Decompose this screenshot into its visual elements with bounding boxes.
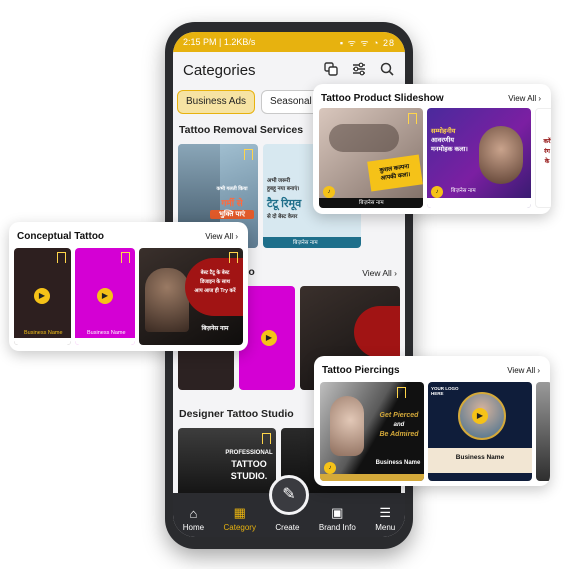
bookmark-icon[interactable] <box>57 252 66 263</box>
designer-line2: TATTOO <box>231 459 267 469</box>
briefcase-icon: ▣ <box>331 505 344 520</box>
slideshow-p2-line2: आवरणीय <box>431 137 455 144</box>
designer-poster-1[interactable]: PROFESSIONAL TATTOO STUDIO. <box>178 428 276 498</box>
card-piercings-view-all[interactable]: View All › <box>507 366 540 375</box>
nav-create-label: Create <box>275 523 300 532</box>
play-icon[interactable]: ▶ <box>472 408 488 424</box>
slideshow-p2-line1: सम्मोहनीय <box>431 128 456 135</box>
slideshow-poster-1[interactable]: कुशल कल्पना आपकी कला। ♪ बिज़नेस नाम <box>319 108 423 208</box>
play-icon[interactable]: ▶ <box>97 288 113 304</box>
search-icon[interactable] <box>379 62 395 78</box>
play-icon[interactable]: ▶ <box>34 288 50 304</box>
card-conceptual-view-all[interactable]: View All › <box>205 232 238 241</box>
conceptual-p2-strip <box>75 338 135 345</box>
piercings-p1-line2: and <box>393 422 405 428</box>
view-all-label: View All <box>205 232 234 241</box>
piercings-p1-name: Business Name <box>375 460 421 466</box>
removal-p2-line2: हुबहू नया बनाएं। <box>267 186 300 192</box>
nav-category[interactable]: ▦ Category <box>224 505 256 532</box>
category-grid-icon: ▦ <box>233 505 246 520</box>
status-time: 2:15 PM | 1.2KB/s <box>183 37 256 47</box>
bookmark-icon[interactable] <box>262 433 271 444</box>
removal-p1-line1: कभी गलती किया <box>216 186 248 192</box>
conceptual-p1-strip <box>14 338 71 345</box>
nav-menu[interactable]: ☰ Menu <box>375 505 395 532</box>
slideshow-p1-footer: बिज़नेस नाम <box>359 200 384 206</box>
conceptual-p3-name: बिज़नेस नाम <box>201 326 229 332</box>
nav-home-label: Home <box>182 523 205 532</box>
card-piercings-title: Tattoo Piercings <box>322 365 400 376</box>
removal-p1-line2: गर्मी से <box>221 198 243 208</box>
status-bar: 2:15 PM | 1.2KB/s ▪ ᯤ ᯤ ◔ 28 <box>173 32 405 52</box>
play-icon[interactable]: ▶ <box>261 330 277 346</box>
view-all-conceptual[interactable]: View All › <box>362 268 397 278</box>
designer-line1: PROFESSIONAL <box>225 450 273 456</box>
conceptual-poster-1[interactable]: ▶ Business Name <box>14 248 71 345</box>
piercings-p1-line1: Get Pierced <box>379 412 419 419</box>
bookmark-icon[interactable] <box>244 149 253 160</box>
menu-icon: ☰ <box>379 505 392 520</box>
chip-business-ads[interactable]: Business Ads <box>177 90 256 114</box>
piercings-poster-1[interactable]: Get Pierced and Be Admired Business Name… <box>320 382 424 481</box>
piercings-p1-line3: Be Admired <box>379 431 419 438</box>
nav-category-label: Category <box>223 523 256 532</box>
slideshow-poster-2[interactable]: सम्मोहनीय आवरणीय मनमोहक कला। ♪ बिज़नेस न… <box>427 108 531 208</box>
slideshow-poster-3[interactable]: करें रंग के <box>535 108 551 208</box>
view-all-label: View All <box>507 366 536 375</box>
filter-icon[interactable] <box>351 62 367 78</box>
conceptual-poster-3[interactable]: बेस्ट टैटू के बेस्ट डिजाइन के साथ आप आज … <box>139 248 243 345</box>
audio-icon[interactable]: ♪ <box>431 186 443 198</box>
card-tattoo-piercings[interactable]: Tattoo Piercings View All › Get Pierced … <box>314 356 550 486</box>
conceptual-p1-name: Business Name <box>24 330 63 336</box>
conceptual-p3-line1: बेस्ट टैटू के बेस्ट <box>200 270 230 276</box>
piercings-poster-3[interactable] <box>536 382 550 481</box>
audio-icon[interactable]: ♪ <box>324 462 336 474</box>
card-tattoo-product-slideshow[interactable]: Tattoo Product Slideshow View All › कुशल… <box>313 84 551 214</box>
nav-menu-label: Menu <box>375 523 396 532</box>
audio-icon[interactable]: ♪ <box>323 186 335 198</box>
conceptual-p2-name: Business Name <box>87 330 126 336</box>
pencil-icon: ✎ <box>282 486 296 503</box>
conceptual-p3-line2: डिजाइन के साथ <box>200 279 230 285</box>
home-icon: ⌂ <box>189 506 198 521</box>
slideshow-p2-line3: मनमोहक कला। <box>431 146 468 153</box>
bookmark-icon[interactable] <box>229 252 238 263</box>
nav-brand-info[interactable]: ▣ Brand Info <box>319 505 356 532</box>
nav-brand-label: Brand Info <box>318 523 356 532</box>
section-title-designer: Designer Tattoo Studio <box>179 408 294 420</box>
removal-p1-line3: भुक्ति पाएं <box>210 210 254 219</box>
section-title-removal: Tattoo Removal Services <box>179 124 304 136</box>
removal-p2-line1: अभी जरूरी <box>267 178 291 184</box>
app-bar: Categories <box>173 52 405 88</box>
removal-p2-footer: बिज़नेस नाम <box>293 240 318 246</box>
bookmark-icon[interactable] <box>408 113 417 124</box>
conceptual-poster-2[interactable]: ▶ Business Name <box>75 248 135 345</box>
removal-p2-line4: से दो बेस्ट केयर <box>267 214 298 220</box>
piercings-p2-logo: YOUR LOGO HERE <box>431 386 459 396</box>
page-title: Categories <box>183 61 256 79</box>
view-all-label: View All <box>508 94 537 103</box>
card-conceptual-title: Conceptual Tattoo <box>17 231 105 242</box>
slideshow-p3-line3: के <box>544 159 550 165</box>
bookmark-icon[interactable] <box>397 387 406 398</box>
view-all-label: View All <box>362 268 392 278</box>
card-slideshow-view-all[interactable]: View All › <box>508 94 541 103</box>
slideshow-p2-footer: बिज़नेस नाम <box>451 188 476 194</box>
piercings-p2-name: Business Name <box>455 454 505 461</box>
conceptual-p3-line3: आप आज ही Try करें <box>194 288 236 294</box>
nav-home[interactable]: ⌂ Home <box>183 506 204 532</box>
bookmark-icon[interactable] <box>121 252 130 263</box>
card-conceptual-tattoo[interactable]: Conceptual Tattoo View All › ▶ Business … <box>9 222 248 351</box>
piercings-poster-2[interactable]: YOUR LOGO HERE ▶ Business Name <box>428 382 532 481</box>
designer-line3: STUDIO. <box>230 471 268 481</box>
create-fab[interactable]: ✎ <box>269 475 309 515</box>
status-icons: ▪ ᯤ ᯤ ◔ 28 <box>339 37 395 48</box>
slideshow-p3-line2: रंग <box>544 149 550 155</box>
slideshow-p3-line1: करें <box>543 139 551 145</box>
card-slideshow-title: Tattoo Product Slideshow <box>321 93 444 104</box>
language-icon[interactable] <box>323 62 339 78</box>
